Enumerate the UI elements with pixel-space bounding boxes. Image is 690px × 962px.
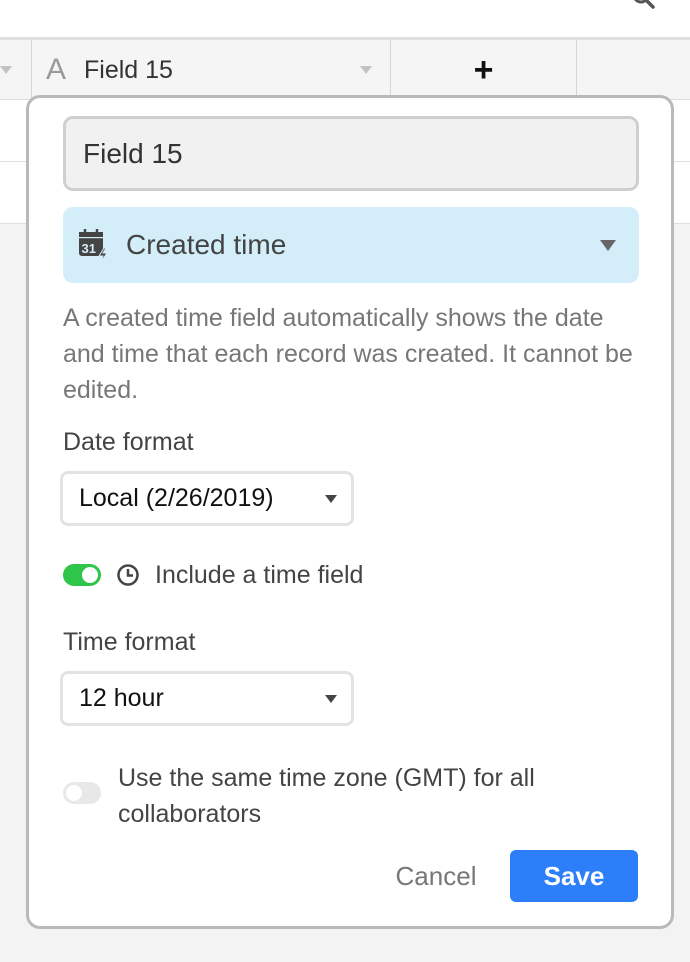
field-type-select[interactable]: 31 Created time [63,207,639,283]
same-timezone-toggle[interactable] [63,782,101,804]
toggle-knob [66,785,82,801]
date-format-value: Local (2/26/2019) [79,484,274,512]
time-format-select[interactable]: 12 hour [60,671,354,726]
column-menu-caret-icon[interactable] [0,66,12,74]
clock-icon [117,564,139,586]
date-format-label: Date format [63,428,194,456]
chevron-down-icon [325,494,337,503]
calendar-created-time-icon: 31 [79,229,108,262]
include-time-row: Include a time field [63,558,363,592]
field-type-label: Created time [126,229,287,260]
time-format-label: Time format [63,628,196,656]
add-field-button[interactable]: + [391,40,577,100]
toolbar [0,0,690,37]
chevron-down-icon [600,239,616,251]
grid-header-row: A Field 15 + [0,37,690,100]
save-button[interactable]: Save [510,850,638,902]
column-header-field-15[interactable]: A Field 15 [32,40,391,100]
search-icon[interactable] [632,0,656,10]
include-time-toggle[interactable] [63,564,101,586]
include-time-label: Include a time field [155,560,364,589]
toggle-knob [82,567,98,583]
time-format-value: 12 hour [79,684,164,712]
same-timezone-label: Use the same time zone (GMT) for all col… [118,764,535,828]
plus-icon: + [473,51,494,89]
svg-text:31: 31 [82,241,96,256]
empty-header-space [577,40,690,100]
field-name-input[interactable] [63,116,639,191]
field-type-description: A created time field automatically shows… [63,304,633,404]
chevron-down-icon [325,694,337,703]
field-editor-popup: 31 Created time A created time field aut… [26,95,674,929]
date-format-select[interactable]: Local (2/26/2019) [60,471,354,526]
cancel-button[interactable]: Cancel [381,850,491,902]
text-field-type-icon: A [46,53,67,86]
column-header-label: Field 15 [84,55,173,84]
column-menu-caret-icon[interactable] [360,66,372,74]
same-timezone-row: Use the same time zone (GMT) for all col… [63,760,623,832]
previous-column-header[interactable] [0,40,32,100]
